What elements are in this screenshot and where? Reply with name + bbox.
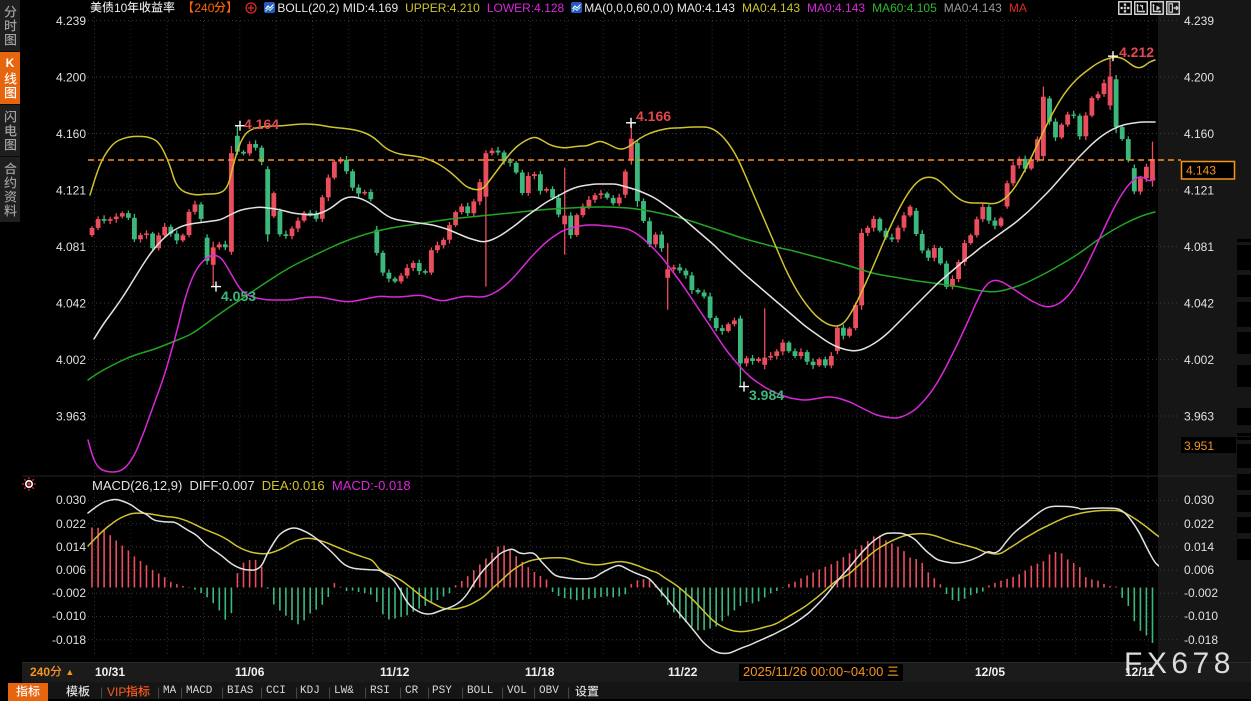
svg-text:0.022: 0.022 xyxy=(1184,517,1214,531)
svg-text:0.022: 0.022 xyxy=(56,517,86,531)
svg-text:4.042: 4.042 xyxy=(56,296,86,310)
svg-text:4.081: 4.081 xyxy=(56,240,86,254)
svg-text:0.014: 0.014 xyxy=(1184,540,1214,554)
svg-text:0.006: 0.006 xyxy=(56,563,86,577)
svg-text:0.030: 0.030 xyxy=(1184,493,1214,507)
svg-text:4.164: 4.164 xyxy=(244,116,279,132)
svg-text:4.200: 4.200 xyxy=(1184,70,1214,84)
svg-text:4.143: 4.143 xyxy=(1186,164,1216,178)
svg-text:4.121: 4.121 xyxy=(56,183,86,197)
svg-text:4.212: 4.212 xyxy=(1119,44,1154,60)
svg-text:4.053: 4.053 xyxy=(221,288,256,304)
svg-text:-0.002: -0.002 xyxy=(52,586,86,600)
svg-text:4.160: 4.160 xyxy=(1184,127,1214,141)
svg-text:-0.002: -0.002 xyxy=(1184,586,1218,600)
svg-text:0.030: 0.030 xyxy=(56,493,86,507)
svg-text:-0.010: -0.010 xyxy=(52,609,86,623)
svg-text:4.239: 4.239 xyxy=(1184,14,1214,28)
svg-text:4.002: 4.002 xyxy=(56,353,86,367)
svg-text:-0.018: -0.018 xyxy=(1184,633,1218,647)
svg-text:4.160: 4.160 xyxy=(56,127,86,141)
svg-text:4.200: 4.200 xyxy=(56,70,86,84)
svg-text:3.963: 3.963 xyxy=(1184,409,1214,423)
svg-text:4.166: 4.166 xyxy=(636,108,671,124)
svg-text:4.002: 4.002 xyxy=(1184,353,1214,367)
svg-text:3.984: 3.984 xyxy=(749,387,784,403)
svg-text:-0.018: -0.018 xyxy=(52,633,86,647)
svg-text:4.042: 4.042 xyxy=(1184,296,1214,310)
svg-text:4.239: 4.239 xyxy=(56,14,86,28)
svg-text:0.014: 0.014 xyxy=(56,540,86,554)
svg-text:3.963: 3.963 xyxy=(56,409,86,423)
svg-text:3.951: 3.951 xyxy=(1184,439,1214,453)
svg-text:4.121: 4.121 xyxy=(1184,183,1214,197)
svg-text:0.006: 0.006 xyxy=(1184,563,1214,577)
svg-text:-0.010: -0.010 xyxy=(1184,609,1218,623)
svg-text:4.081: 4.081 xyxy=(1184,240,1214,254)
